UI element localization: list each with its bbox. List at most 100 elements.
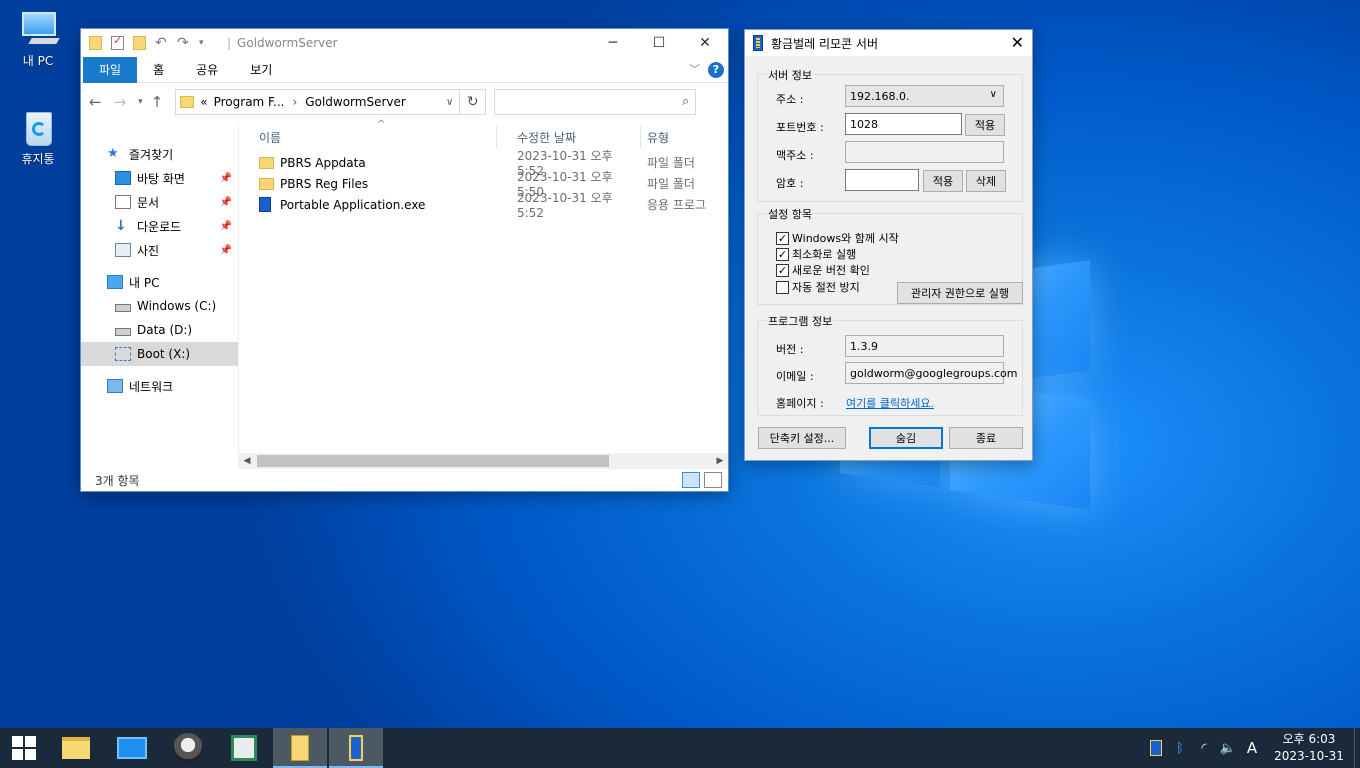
apply-password-button[interactable]: 적용: [923, 170, 963, 192]
nav-desktop[interactable]: 바탕 화면 📌: [81, 166, 238, 190]
password-label: 암호 :: [776, 177, 804, 190]
customize-quick-access-icon[interactable]: ▾: [199, 36, 212, 50]
address-bar[interactable]: « Program F... › GoldwormServer ∨: [175, 89, 461, 115]
network-icon: [107, 379, 123, 393]
undo-icon[interactable]: ↶: [155, 36, 168, 50]
navigation-pane[interactable]: ★ 즐겨찾기 바탕 화면 📌 문서 📌 ↓ 다운로드 📌 사진 📌 내 PC Windows…: [81, 122, 239, 469]
option-label: Windows와 함께 시작: [792, 232, 899, 245]
remote-server-tray-icon[interactable]: [1150, 740, 1162, 756]
breadcrumb-overflow[interactable]: «: [200, 95, 207, 109]
up-arrow-icon[interactable]: ↑: [151, 93, 164, 111]
start-with-windows-checkbox[interactable]: ✓ Windows와 함께 시작: [776, 230, 899, 246]
file-row[interactable]: PBRS Reg Files 2023-10-31 오후 5:50 파일 폴더: [239, 170, 728, 199]
nav-this-pc[interactable]: 내 PC: [81, 270, 238, 294]
delete-password-button[interactable]: 삭제: [966, 170, 1006, 192]
expand-ribbon-icon[interactable]: ﹀: [689, 61, 700, 77]
nav-downloads[interactable]: ↓ 다운로드 📌: [81, 214, 238, 238]
breadcrumb-program-files[interactable]: Program F...: [214, 95, 285, 109]
volume-muted-icon[interactable]: 🔈: [1216, 741, 1240, 756]
nav-drive-d[interactable]: Data (D:): [81, 318, 238, 342]
homepage-link[interactable]: 여기를 클릭하세요.: [846, 395, 934, 411]
breadcrumb-goldwormserver[interactable]: GoldwormServer: [305, 95, 406, 109]
prevent-sleep-checkbox[interactable]: 자동 절전 방지: [776, 279, 860, 295]
exit-button[interactable]: 종료: [949, 427, 1023, 449]
start-minimized-checkbox[interactable]: ✓ 최소화로 실행: [776, 246, 856, 262]
tab-home[interactable]: 홈: [137, 57, 180, 83]
details-view-icon[interactable]: [682, 472, 700, 488]
forward-arrow-icon[interactable]: →: [114, 93, 127, 111]
nav-quick-access[interactable]: ★ 즐겨찾기: [81, 142, 238, 166]
mac-field[interactable]: [845, 141, 1004, 163]
nav-drive-c[interactable]: Windows (C:): [81, 294, 238, 318]
tab-view[interactable]: 보기: [234, 57, 288, 83]
desktop-icon-recycle-bin[interactable]: 휴지통: [8, 108, 68, 167]
email-field[interactable]: goldworm@googlegroups.com: [845, 362, 1017, 384]
clock-date: 2023-10-31: [1274, 749, 1344, 763]
start-button[interactable]: [0, 728, 48, 768]
tab-file[interactable]: 파일: [83, 56, 138, 83]
properties-icon[interactable]: [111, 34, 124, 50]
search-input[interactable]: ⌕: [494, 89, 697, 115]
desktop-icon-this-pc[interactable]: 내 PC: [8, 10, 68, 69]
address-toolbar: ← → ▾ ↑ « Program F... › GoldwormServer …: [81, 83, 728, 121]
nav-pictures[interactable]: 사진 📌: [81, 238, 238, 262]
column-type[interactable]: 유형: [641, 126, 727, 148]
tab-share[interactable]: 공유: [180, 57, 234, 83]
taskbar-terminal-app[interactable]: [216, 728, 272, 768]
help-icon[interactable]: ?: [708, 62, 724, 78]
back-arrow-icon[interactable]: ←: [89, 93, 102, 111]
file-type: 파일 폴더: [647, 177, 695, 191]
taskbar-avatar-app[interactable]: [160, 728, 216, 768]
character-avatar-icon: [173, 733, 203, 763]
chevron-down-icon[interactable]: ∨: [446, 97, 453, 108]
explorer-titlebar[interactable]: ↶ ↷ ▾ | GoldwormServer ─ ☐ ✕: [81, 29, 728, 57]
show-desktop-button[interactable]: [1354, 728, 1360, 768]
port-field[interactable]: 1028: [845, 113, 962, 135]
taskbar-explorer-window[interactable]: [273, 728, 327, 768]
column-name[interactable]: 이름: [239, 126, 497, 148]
new-folder-icon[interactable]: [133, 36, 146, 50]
hide-button[interactable]: 숨김: [869, 427, 943, 449]
refresh-icon[interactable]: ↻: [460, 89, 487, 115]
clock[interactable]: 오후 6:03 2023-10-31: [1264, 731, 1354, 765]
check-updates-checkbox[interactable]: ✓ 새로운 버전 확인: [776, 262, 870, 278]
version-field[interactable]: 1.3.9: [845, 335, 1004, 357]
file-name: Portable Application.exe: [280, 197, 426, 212]
recent-locations-icon[interactable]: ▾: [138, 97, 143, 107]
address-combo[interactable]: 192.168.0. ∨: [845, 85, 1004, 107]
nav-network[interactable]: 네트워크: [81, 374, 238, 398]
taskbar-desktop-app[interactable]: [104, 728, 160, 768]
run-as-admin-button[interactable]: 관리자 권한으로 실행: [897, 282, 1023, 304]
input-method-indicator[interactable]: A: [1240, 739, 1264, 757]
minimize-button[interactable]: ─: [590, 29, 636, 57]
nav-label: 네트워크: [129, 379, 174, 394]
file-name: PBRS Reg Files: [280, 176, 369, 191]
scroll-right-icon[interactable]: ▶: [712, 456, 728, 466]
taskbar-remote-server[interactable]: [329, 728, 383, 768]
bluetooth-icon[interactable]: ᛒ: [1168, 741, 1192, 756]
desktop-icon: [115, 171, 131, 185]
maximize-button[interactable]: ☐: [636, 29, 682, 57]
file-row[interactable]: PBRS Appdata 2023-10-31 오후 5:52 파일 폴더: [239, 149, 728, 178]
shortcut-settings-button[interactable]: 단축키 설정...: [758, 427, 846, 449]
address-value: 192.168.0.: [850, 90, 910, 103]
scroll-left-icon[interactable]: ◀: [239, 456, 255, 466]
settings-group: 설정 항목 ✓ Windows와 함께 시작 ✓ 최소화로 실행 ✓ 새로운 버전 확…: [757, 206, 1023, 305]
column-date[interactable]: 수정한 날짜: [497, 126, 641, 148]
file-row[interactable]: Portable Application.exe 2023-10-31 오후 5…: [239, 191, 728, 220]
password-field[interactable]: [845, 169, 919, 191]
close-button[interactable]: ✕: [682, 29, 728, 57]
nav-drive-x[interactable]: Boot (X:): [81, 342, 238, 366]
nav-documents[interactable]: 문서 📌: [81, 190, 238, 214]
dialog-titlebar[interactable]: 황금벌레 리모콘 서버 ✕: [745, 30, 1032, 56]
close-icon[interactable]: ✕: [1011, 33, 1024, 52]
redo-icon[interactable]: ↷: [177, 36, 190, 50]
taskbar-file-explorer[interactable]: [48, 728, 104, 768]
nav-label: 사진: [137, 243, 160, 258]
horizontal-scrollbar[interactable]: ◀ ▶: [239, 453, 728, 469]
large-icons-view-icon[interactable]: [704, 472, 722, 488]
network-icon[interactable]: ◜: [1192, 741, 1216, 756]
apply-port-button[interactable]: 적용: [965, 114, 1005, 136]
scrollbar-thumb[interactable]: [257, 455, 609, 467]
window-title: GoldwormServer: [237, 36, 338, 50]
